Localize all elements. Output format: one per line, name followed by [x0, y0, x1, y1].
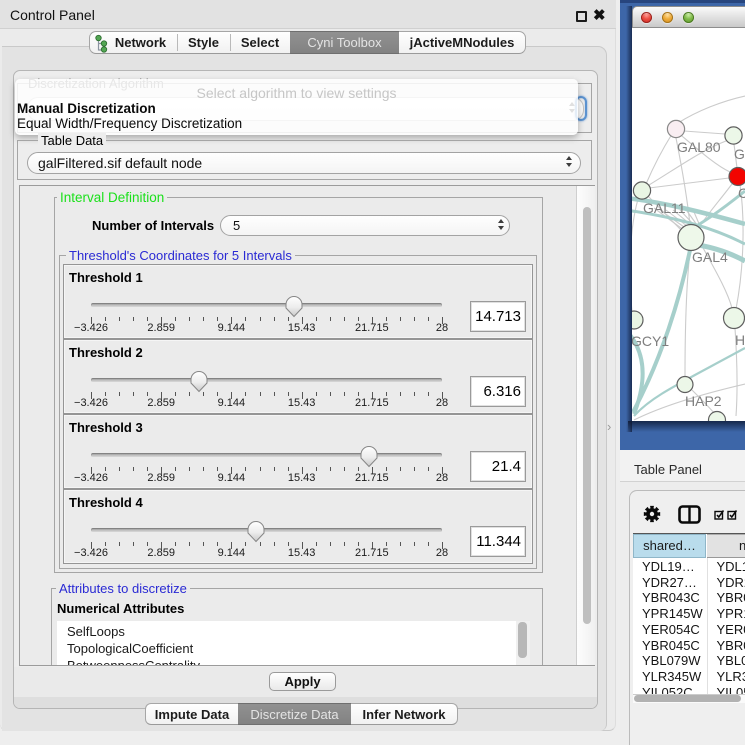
svg-text:GAL4: GAL4	[692, 249, 728, 265]
svg-text:HIS: HIS	[735, 332, 745, 348]
svg-text:GAL80: GAL80	[677, 139, 721, 155]
svg-text:GAL11: GAL11	[643, 200, 686, 216]
svg-text:GCY1: GCY1	[632, 333, 669, 349]
svg-text:HAP2: HAP2	[685, 393, 722, 409]
svg-text:CD: CD	[738, 185, 745, 201]
svg-text:GA: GA	[734, 146, 745, 162]
